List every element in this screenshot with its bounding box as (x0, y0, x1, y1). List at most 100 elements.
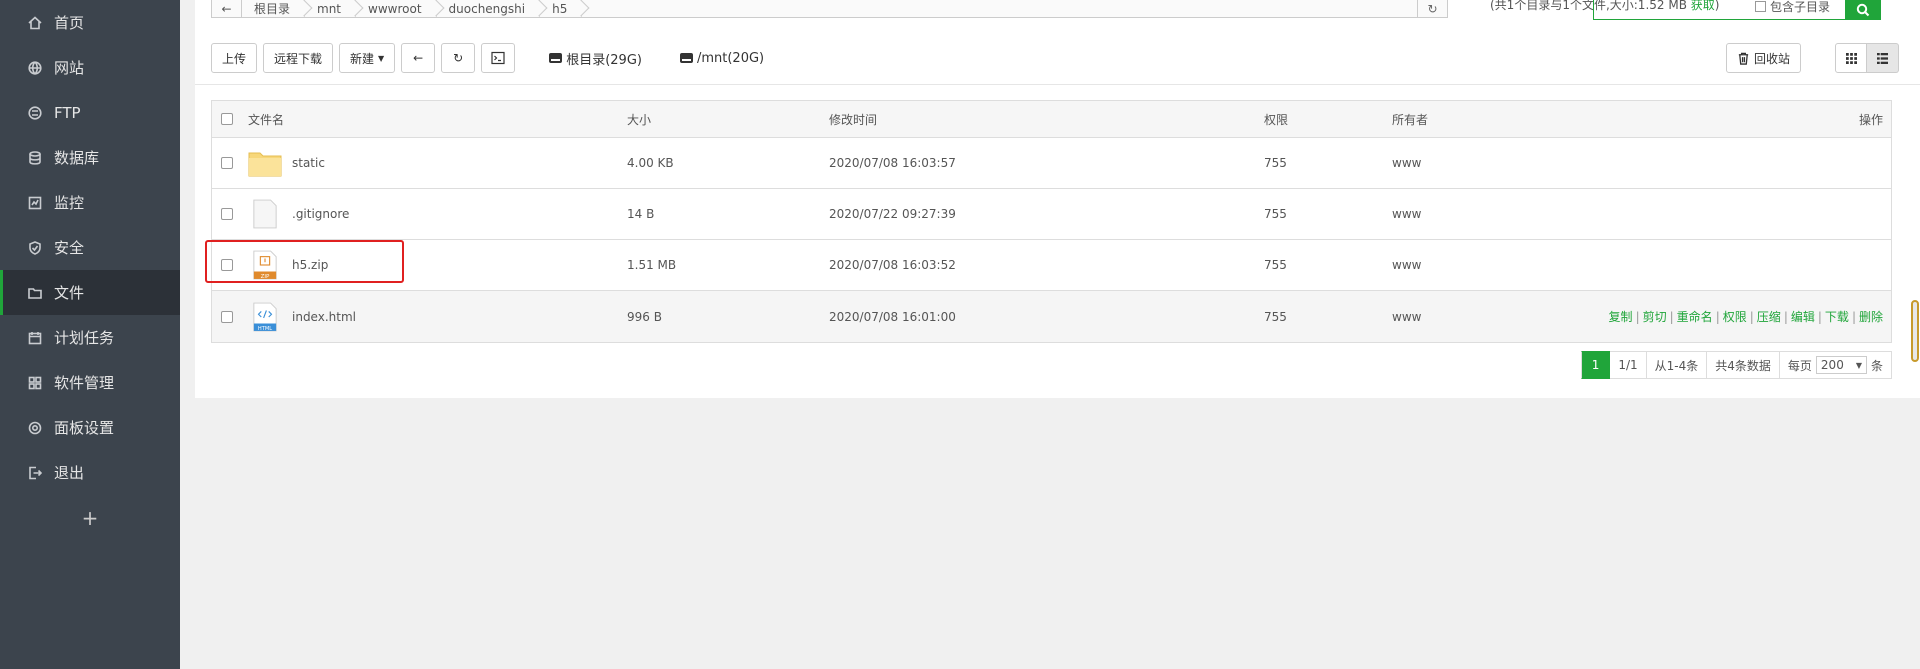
disk-root[interactable]: 根目录(29G) (549, 49, 642, 68)
cut-link[interactable]: 剪切 (1643, 310, 1667, 324)
select-all-checkbox[interactable] (221, 113, 233, 125)
sidebar-item-security[interactable]: 安全 (0, 225, 180, 270)
edit-link[interactable]: 编辑 (1791, 310, 1815, 324)
hdd-icon (679, 53, 693, 63)
sidebar-item-home[interactable]: 首页 (0, 0, 180, 45)
row-checkbox[interactable] (221, 157, 233, 169)
breadcrumb-item[interactable]: duochengshi (437, 0, 541, 17)
breadcrumb-item[interactable]: wwwroot (356, 0, 437, 17)
refresh-button[interactable]: ↻ (441, 43, 476, 73)
file-toolbar: 上传 远程下载 新建 ▼ ← ↻ 根目录(29G) /mnt(20G) (211, 43, 764, 73)
row-checkbox[interactable] (221, 208, 233, 220)
sidebar-add-button[interactable]: + (0, 495, 180, 540)
sidebar-item-website[interactable]: 网站 (0, 45, 180, 90)
sidebar-item-label: 数据库 (54, 149, 100, 167)
copy-link[interactable]: 复制 (1609, 310, 1633, 324)
row-checkbox[interactable] (221, 310, 233, 323)
sidebar-item-label: 首页 (54, 14, 85, 32)
refresh-icon: ↻ (453, 51, 464, 65)
table-row[interactable]: HTML index.html 996 B 2020/07/08 16:01:0… (212, 291, 1891, 342)
per-page-select[interactable]: 200 ▼ (1815, 356, 1867, 374)
highlight-box (205, 240, 404, 283)
folder-icon (28, 286, 42, 300)
caret-down-icon: ▼ (378, 53, 385, 63)
upload-button[interactable]: 上传 (211, 43, 258, 73)
shield-icon (28, 240, 42, 255)
sidebar-item-software[interactable]: 软件管理 (0, 360, 180, 405)
breadcrumb-item[interactable]: mnt (305, 0, 357, 17)
search-icon (1856, 3, 1870, 17)
list-view-button[interactable] (1867, 43, 1899, 73)
refresh-icon: ↻ (1427, 1, 1438, 16)
search-button[interactable] (1845, 0, 1881, 20)
sidebar-item-monitor[interactable]: 监控 (0, 180, 180, 225)
path-input[interactable] (582, 0, 1417, 17)
col-owner: 所有者 (1392, 112, 1429, 127)
col-size[interactable]: 大小 (627, 111, 829, 128)
sidebar-item-label: 网站 (54, 59, 85, 77)
breadcrumb-item[interactable]: 根目录 (242, 0, 306, 17)
path-back-button[interactable]: ← (212, 0, 242, 17)
file-name[interactable]: .gitignore (292, 207, 349, 221)
sidebar-item-label: 软件管理 (54, 374, 115, 392)
terminal-icon (491, 51, 505, 65)
sidebar-item-label: 监控 (54, 194, 85, 212)
col-mtime[interactable]: 修改时间 (829, 111, 1264, 128)
breadcrumb-item[interactable]: h5 (540, 0, 583, 17)
sidebar-item-database[interactable]: 数据库 (0, 135, 180, 180)
table-row[interactable]: static 4.00 KB 2020/07/08 16:03:57 755 w… (212, 138, 1891, 189)
terminal-button[interactable] (481, 43, 516, 73)
sidebar-item-label: 退出 (54, 464, 85, 482)
file-icon (248, 199, 282, 229)
sidebar-item-ftp[interactable]: FTP (0, 90, 180, 135)
scrollbar-thumb[interactable] (1911, 300, 1919, 362)
caret-down-icon: ▼ (1855, 360, 1862, 370)
include-subdir-checkbox[interactable]: 包含子目录 (1755, 0, 1830, 14)
ftp-icon (28, 105, 42, 120)
recycle-bin-button[interactable]: 回收站 (1726, 43, 1802, 73)
col-ops: 操作 (1858, 112, 1883, 127)
sidebar-item-label: 面板设置 (54, 419, 115, 437)
database-icon (28, 150, 42, 165)
sidebar-item-label: 计划任务 (54, 329, 115, 347)
grid-view-button[interactable] (1835, 43, 1867, 73)
arrow-left-icon: ← (413, 51, 424, 65)
delete-link[interactable]: 删除 (1859, 310, 1883, 324)
disk-mnt[interactable]: /mnt(20G) (679, 51, 764, 66)
scrollbar[interactable] (1910, 0, 1920, 669)
sidebar-item-files[interactable]: 文件 (0, 270, 180, 315)
file-name[interactable]: index.html (292, 310, 356, 324)
new-button[interactable]: 新建 ▼ (339, 43, 396, 73)
file-table: 文件名 大小 修改时间 权限 所有者 操作 static 4.00 KB 202… (211, 100, 1892, 343)
back-button[interactable]: ← (401, 43, 436, 73)
sidebar-item-settings[interactable]: 面板设置 (0, 405, 180, 450)
row-actions: 复制 | 剪切 | 重命名 | 权限 | 压缩 | 编辑 | 下载 | 删除 (1608, 310, 1883, 324)
file-name[interactable]: static (292, 156, 325, 170)
page-current[interactable]: 1 (1580, 351, 1611, 379)
view-toggle (1835, 43, 1899, 73)
table-row[interactable]: .gitignore 14 B 2020/07/22 09:27:39 755 … (212, 189, 1891, 240)
rename-link[interactable]: 重命名 (1677, 310, 1713, 324)
download-link[interactable]: 下载 (1825, 310, 1849, 324)
table-header: 文件名 大小 修改时间 权限 所有者 操作 (212, 101, 1891, 138)
svg-text:HTML: HTML (258, 326, 272, 332)
compress-link[interactable]: 压缩 (1757, 310, 1781, 324)
apps-icon (28, 376, 42, 390)
sidebar-item-cron[interactable]: 计划任务 (0, 315, 180, 360)
sidebar-item-logout[interactable]: 退出 (0, 450, 180, 495)
hdd-icon (549, 53, 563, 63)
permission-link[interactable]: 权限 (1723, 310, 1747, 324)
html-file-icon: HTML (248, 302, 282, 332)
table-row[interactable]: ZIP h5.zip 1.51 MB 2020/07/08 16:03:52 7… (212, 240, 1891, 291)
sidebar-item-label: FTP (54, 103, 81, 122)
checkbox[interactable] (1755, 0, 1766, 12)
per-page: 每页 200 ▼ 条 (1779, 351, 1892, 379)
remote-download-button[interactable]: 远程下载 (263, 43, 334, 73)
col-perm: 权限 (1264, 112, 1289, 127)
globe-icon (28, 60, 42, 75)
path-refresh-button[interactable]: ↻ (1417, 0, 1447, 17)
sidebar-item-label: 安全 (54, 239, 85, 257)
page-total: 共4条数据 (1707, 351, 1780, 379)
col-name[interactable]: 文件名 (242, 111, 627, 128)
folder-icon (248, 148, 282, 178)
